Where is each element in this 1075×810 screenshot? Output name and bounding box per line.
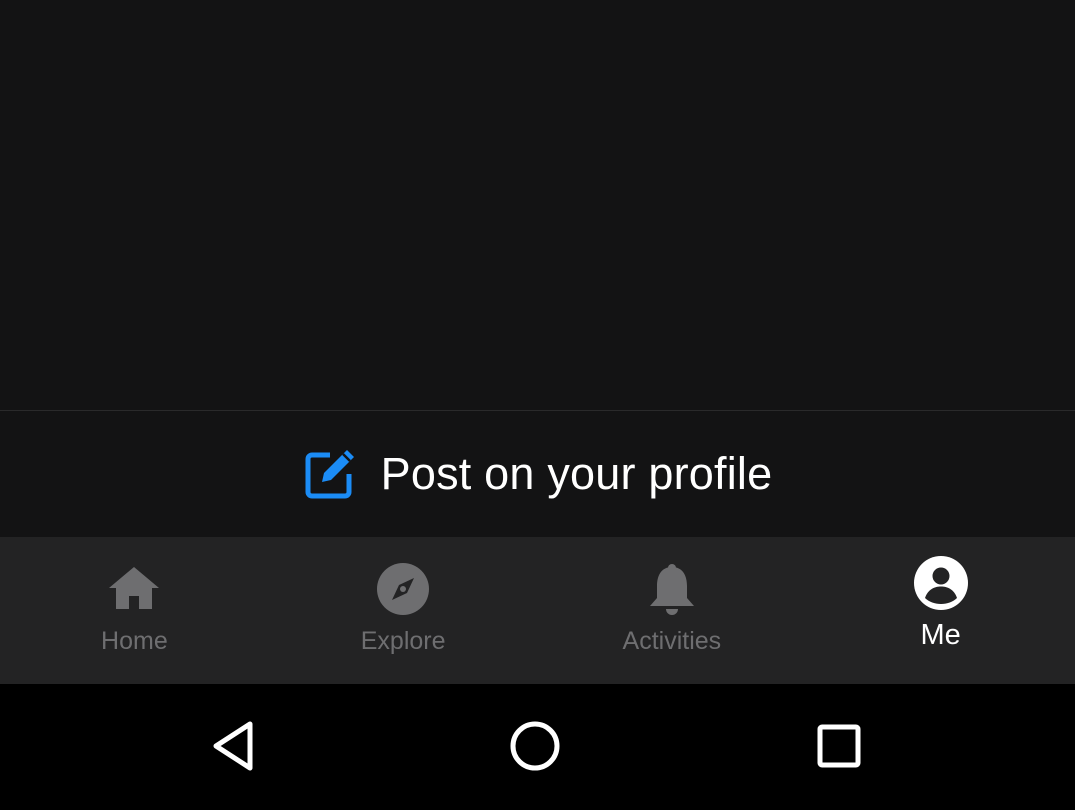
system-back-button[interactable] [204, 720, 264, 776]
compass-icon [375, 561, 431, 617]
bell-icon [644, 561, 700, 617]
back-triangle-icon [208, 719, 260, 778]
system-recents-button[interactable] [809, 720, 869, 776]
post-on-profile-button[interactable]: Post on your profile [0, 411, 1075, 537]
feed-content-area[interactable] [0, 0, 1075, 410]
nav-item-me[interactable]: Me [806, 537, 1075, 684]
recents-square-icon [813, 720, 865, 777]
nav-label-activities: Activities [622, 627, 722, 655]
home-icon [106, 561, 162, 617]
bottom-navigation-bar: Home Explore Activities Me [0, 537, 1075, 684]
nav-item-home[interactable]: Home [0, 537, 269, 684]
nav-label-home: Home [101, 627, 168, 655]
system-home-button[interactable] [505, 720, 565, 776]
app-screen: Post on your profile Home Explore Activi… [0, 0, 1075, 810]
home-circle-icon [507, 718, 563, 779]
post-on-profile-label: Post on your profile [380, 448, 773, 499]
nav-item-activities[interactable]: Activities [538, 537, 807, 684]
nav-label-me: Me [920, 619, 961, 651]
nav-label-explore: Explore [360, 627, 446, 655]
account-circle-icon [913, 555, 969, 611]
system-navigation-bar [0, 684, 1075, 810]
nav-item-explore[interactable]: Explore [269, 537, 538, 684]
edit-square-icon [303, 447, 357, 501]
